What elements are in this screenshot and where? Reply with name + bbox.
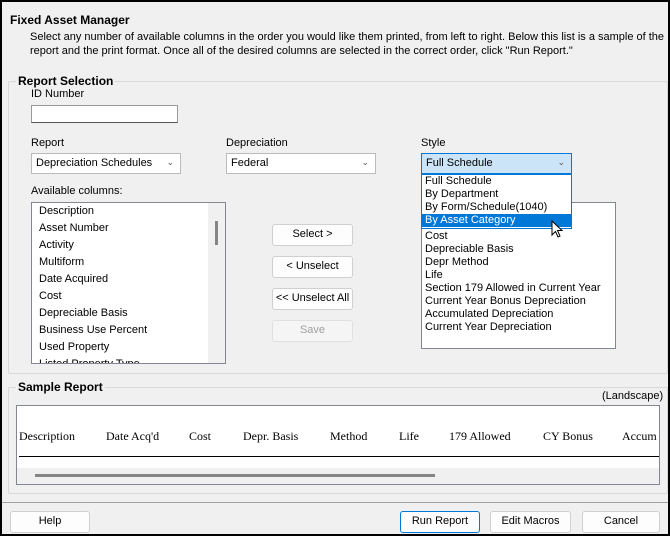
sample-column: Accum D	[622, 429, 659, 443]
depreciation-label: Depreciation	[226, 137, 288, 149]
list-item[interactable]: Activity	[32, 237, 225, 254]
unselect-all-button[interactable]: << Unselect All	[272, 288, 353, 310]
instructions: Select any number of available columns i…	[30, 31, 665, 57]
dialog-title: Fixed Asset Manager	[10, 13, 130, 27]
cancel-button[interactable]: Cancel	[582, 511, 660, 533]
unselect-button[interactable]: < Unselect	[272, 256, 353, 278]
horizontal-scrollbar[interactable]	[17, 468, 659, 484]
depreciation-select[interactable]: Federal ⌄	[226, 153, 376, 174]
available-columns-label: Available columns:	[31, 185, 123, 197]
sample-column: 179 Allowed	[449, 429, 511, 443]
list-item[interactable]: Current Year Bonus Depreciation	[422, 295, 615, 308]
list-item[interactable]: Asset Number	[32, 220, 225, 237]
sample-column: Description	[19, 429, 75, 443]
report-value: Depreciation Schedules	[36, 157, 153, 169]
sample-report-preview: Description Date Acq'd Cost Depr. Basis …	[16, 405, 660, 485]
id-number-label: ID Number	[31, 88, 85, 100]
available-columns-list[interactable]: Description Asset Number Activity Multif…	[31, 202, 226, 364]
sample-column: Cost	[189, 429, 212, 443]
sample-column: Date Acq'd	[106, 429, 160, 443]
sample-report-label: Sample Report	[16, 380, 105, 394]
chevron-down-icon: ⌄	[166, 157, 174, 167]
list-item[interactable]: Description	[32, 203, 225, 220]
list-item[interactable]: Depreciable Basis	[32, 305, 225, 322]
list-item[interactable]: Multiform	[32, 254, 225, 271]
style-label: Style	[421, 137, 446, 149]
help-button[interactable]: Help	[10, 511, 90, 533]
style-dropdown[interactable]: Full Schedule By Department By Form/Sche…	[421, 174, 572, 229]
list-item[interactable]: Depreciable Basis	[422, 243, 615, 256]
style-option[interactable]: By Department	[422, 188, 571, 201]
report-selection-label: Report Selection	[16, 74, 116, 88]
report-label: Report	[31, 137, 65, 149]
mouse-cursor-icon	[551, 220, 564, 238]
header-rule	[19, 456, 659, 457]
scrollbar-thumb[interactable]	[215, 221, 218, 245]
style-select[interactable]: Full Schedule ⌄	[421, 153, 572, 174]
scrollbar-thumb[interactable]	[35, 474, 435, 477]
list-item[interactable]: Accumulated Depreciation	[422, 308, 615, 321]
edit-macros-button[interactable]: Edit Macros	[490, 511, 571, 533]
sample-column: Method	[330, 429, 368, 443]
style-option[interactable]: Full Schedule	[422, 175, 571, 188]
report-select[interactable]: Depreciation Schedules ⌄	[31, 153, 181, 174]
style-option[interactable]: By Form/Schedule(1040)	[422, 201, 571, 214]
list-item[interactable]: Date Acquired	[32, 271, 225, 288]
vertical-scrollbar[interactable]	[208, 203, 225, 363]
id-number-input[interactable]	[31, 105, 178, 123]
sample-column: CY Bonus	[543, 429, 593, 443]
list-item[interactable]: Cost	[422, 230, 615, 243]
save-button[interactable]: Save	[272, 320, 353, 342]
chevron-down-icon: ⌄	[361, 157, 369, 167]
chevron-down-icon: ⌄	[557, 157, 565, 167]
sample-column: Depr. Basis	[243, 429, 299, 443]
style-value: Full Schedule	[426, 157, 493, 169]
list-item[interactable]: Section 179 Allowed in Current Year	[422, 282, 615, 295]
footer-divider	[2, 502, 668, 503]
list-item[interactable]: Business Use Percent	[32, 322, 225, 339]
depreciation-value: Federal	[231, 157, 269, 169]
list-item[interactable]: Used Property	[32, 339, 225, 356]
list-item[interactable]: Depr Method	[422, 256, 615, 269]
sample-column: Life	[399, 429, 419, 443]
fixed-asset-manager-dialog: Fixed Asset Manager Select any number of…	[0, 0, 670, 536]
list-item[interactable]: Current Year Depreciation	[422, 321, 615, 334]
select-button[interactable]: Select >	[272, 224, 353, 246]
list-item[interactable]: Listed Property Type	[32, 356, 225, 363]
orientation-label: (Landscape)	[602, 390, 664, 402]
run-report-button[interactable]: Run Report	[400, 511, 480, 533]
list-item[interactable]: Cost	[32, 288, 225, 305]
list-item[interactable]: Life	[422, 269, 615, 282]
style-option-highlighted[interactable]: By Asset Category	[422, 214, 571, 227]
